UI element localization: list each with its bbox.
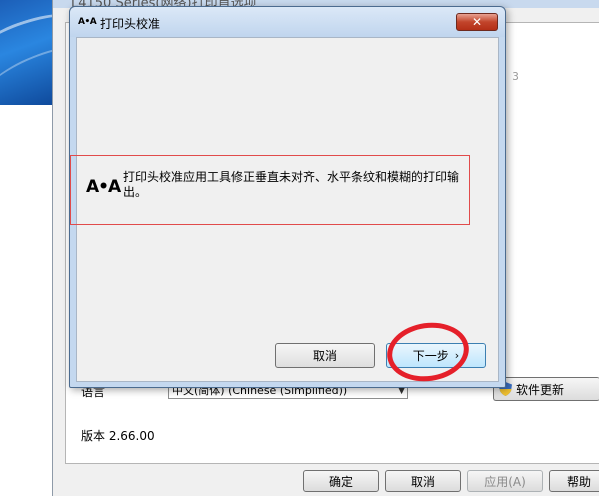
head-alignment-icon: A•A [78, 17, 97, 27]
ok-button[interactable]: 确定 [303, 470, 379, 492]
head-alignment-large-icon: A•A [86, 177, 121, 197]
dialog-title: 打印头校准 [100, 17, 161, 31]
close-icon: ✕ [471, 15, 483, 29]
dialog-cancel-button[interactable]: 取消 [275, 343, 375, 368]
close-button[interactable]: ✕ [456, 13, 498, 31]
software-update-button[interactable]: 软件更新 [493, 377, 599, 401]
version-text: 版本 2.66.00 [81, 429, 155, 443]
software-update-label: 软件更新 [516, 382, 565, 397]
desktop-wallpaper [0, 0, 52, 105]
help-button[interactable]: 帮助 [549, 470, 599, 492]
desktop [0, 0, 52, 496]
apply-button[interactable]: 应用(A) [467, 470, 543, 492]
cancel-button[interactable]: 取消 [385, 470, 461, 492]
description-text: 打印头校准应用工具修正垂直未对齐、水平条纹和模糊的打印输出。 [123, 170, 460, 199]
dialog-titlebar[interactable]: A•A 打印头校准 ✕ [70, 7, 505, 37]
dialog-cancel-label: 取消 [312, 349, 337, 363]
